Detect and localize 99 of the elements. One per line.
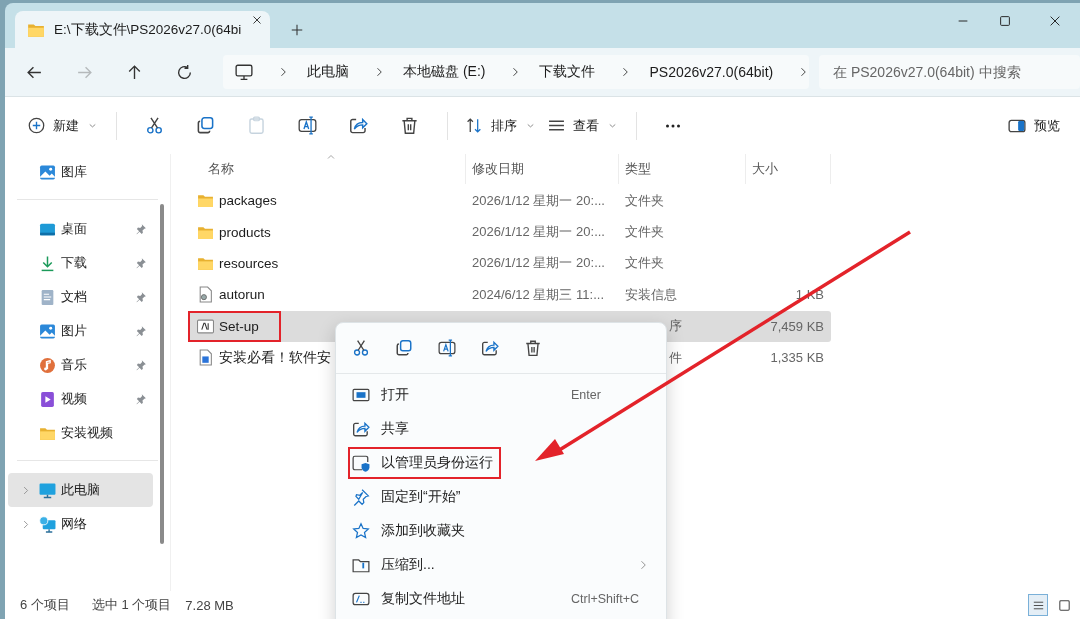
sidebar-item[interactable]: 音乐: [8, 348, 153, 382]
copy-icon[interactable]: [395, 339, 413, 357]
column-header[interactable]: 名称: [208, 160, 234, 178]
pin-icon: [352, 488, 370, 506]
breadcrumb-item[interactable]: 下载文件: [539, 63, 596, 81]
new-button[interactable]: 新建: [22, 108, 104, 143]
file-row[interactable]: products 2026/1/12 星期一 20:... 文件夹: [189, 216, 831, 248]
image-icon: [39, 322, 56, 340]
star-icon: [352, 522, 370, 540]
menu-item[interactable]: 添加到收藏夹: [336, 514, 666, 548]
type-cell: 安装信息: [625, 285, 677, 304]
shortcut-text: Enter: [571, 388, 602, 402]
column-header[interactable]: 类型: [625, 160, 651, 178]
folder-icon: [197, 192, 214, 210]
column-header[interactable]: 大小: [752, 160, 778, 178]
type-cell: 文件夹: [625, 223, 664, 242]
menu-item[interactable]: 压缩到...: [336, 548, 666, 582]
tab[interactable]: E:\下载文件\PS2026v27.0(64bi: [15, 11, 270, 48]
menu-item[interactable]: 打开 Enter: [336, 378, 666, 412]
file-name: resources: [219, 255, 279, 271]
sort-button[interactable]: 排序: [460, 108, 542, 143]
share-icon: [352, 420, 370, 438]
menu-item[interactable]: 固定到“开始”: [336, 480, 666, 514]
sidebar-item[interactable]: 安装视频: [8, 416, 153, 450]
file-row[interactable]: packages 2026/1/12 星期一 20:... 文件夹: [189, 185, 831, 217]
plus-icon[interactable]: [290, 23, 304, 37]
sidebar-item[interactable]: 视频: [8, 382, 153, 416]
selection-count: 选中 1 个项目: [91, 596, 172, 614]
network-icon: [39, 515, 56, 533]
sort-arrows-icon: [466, 117, 483, 134]
path-icon: [352, 590, 370, 608]
column-header[interactable]: 修改日期: [472, 160, 524, 178]
close-icon[interactable]: [1048, 14, 1062, 28]
type-cell: 件: [669, 348, 682, 367]
folder-icon: [352, 556, 370, 574]
up-arrow-icon[interactable]: [126, 63, 143, 81]
document-icon: [197, 349, 214, 367]
share-icon[interactable]: [481, 339, 499, 357]
sidebar-item[interactable]: 图库: [8, 155, 153, 189]
menu-item[interactable]: 复制文件地址 Ctrl+Shift+C: [336, 582, 666, 616]
file-name: Set-up: [219, 318, 259, 334]
breadcrumb-item[interactable]: PS2026v27.0(64bit): [649, 64, 774, 80]
breadcrumb-item[interactable]: 此电脑: [307, 63, 349, 81]
type-cell: 文件夹: [625, 254, 664, 273]
search-field[interactable]: 在 PS2026v27.0(64bit) 中搜索: [819, 55, 1080, 89]
sidebar-item[interactable]: 此电脑: [8, 473, 153, 507]
details-view-button[interactable]: [1028, 594, 1048, 616]
maximize-icon[interactable]: [998, 14, 1012, 28]
refresh-icon[interactable]: [176, 63, 193, 81]
file-row[interactable]: 安装必看！软件安 件 1,335 KB: [189, 341, 831, 374]
share-icon[interactable]: [349, 116, 368, 135]
address-bar[interactable]: 此电脑 本地磁盘 (E:) 下载文件 PS2026v27.0(64bit): [223, 55, 809, 89]
rename-icon[interactable]: [438, 339, 456, 357]
preview-button[interactable]: 预览: [1002, 108, 1066, 143]
size-cell: 1,335 KB: [770, 350, 824, 366]
date-cell: 2024/6/12 星期三 11:...: [472, 285, 604, 304]
sidebar-item[interactable]: 文档: [8, 280, 153, 314]
video-icon: [39, 390, 56, 408]
download-icon: [39, 254, 56, 272]
date-cell: 2026/1/12 星期一 20:...: [472, 254, 605, 273]
file-name: autorun: [219, 287, 265, 303]
sidebar-item[interactable]: 桌面: [8, 212, 153, 246]
scissors-icon[interactable]: [352, 339, 370, 357]
type-cell: 序: [669, 317, 682, 336]
plus-icon: [28, 117, 45, 134]
sidebar-item[interactable]: 图片: [8, 314, 153, 348]
selection-size: 7.28 MB: [185, 597, 234, 613]
document-icon: [39, 288, 56, 306]
scrollbar-thumb[interactable]: [160, 204, 164, 544]
type-cell: 文件夹: [625, 191, 664, 210]
monitor-icon: [39, 481, 56, 499]
shield-icon: [352, 454, 370, 472]
music-note-icon: [39, 356, 56, 374]
menu-item[interactable]: 共享: [336, 412, 666, 446]
menu-item[interactable]: 以管理员身份运行: [336, 446, 666, 480]
monitor-icon: [235, 63, 253, 81]
file-name: 安装必看！软件安: [219, 348, 331, 367]
image-icon: [39, 163, 56, 181]
rename-icon[interactable]: [298, 116, 317, 135]
gear-file-icon: [197, 286, 214, 304]
shortcut-text: Ctrl+Shift+C: [571, 592, 641, 606]
item-count: 6 个项目: [20, 596, 70, 614]
file-row[interactable]: resources 2026/1/12 星期一 20:... 文件夹: [189, 247, 831, 280]
view-button[interactable]: 查看: [542, 108, 624, 143]
sidebar-item[interactable]: 下载: [8, 246, 153, 280]
size-cell: 7,459 KB: [770, 318, 824, 334]
date-cell: 2026/1/12 星期一 20:...: [472, 223, 605, 242]
tiles-view-icon: [1056, 597, 1072, 613]
window-icon: [352, 386, 370, 404]
app-icon: [197, 317, 214, 335]
scissors-icon[interactable]: [145, 116, 164, 135]
date-cell: 2026/1/12 星期一 20:...: [472, 191, 605, 210]
sidebar-item[interactable]: 网络: [8, 507, 153, 541]
trash-icon[interactable]: [400, 116, 419, 135]
file-name: products: [219, 224, 271, 240]
copy-icon[interactable]: [196, 116, 215, 135]
file-name: packages: [219, 193, 277, 209]
trash-icon[interactable]: [524, 339, 542, 357]
breadcrumb-item[interactable]: 本地磁盘 (E:): [403, 63, 486, 81]
